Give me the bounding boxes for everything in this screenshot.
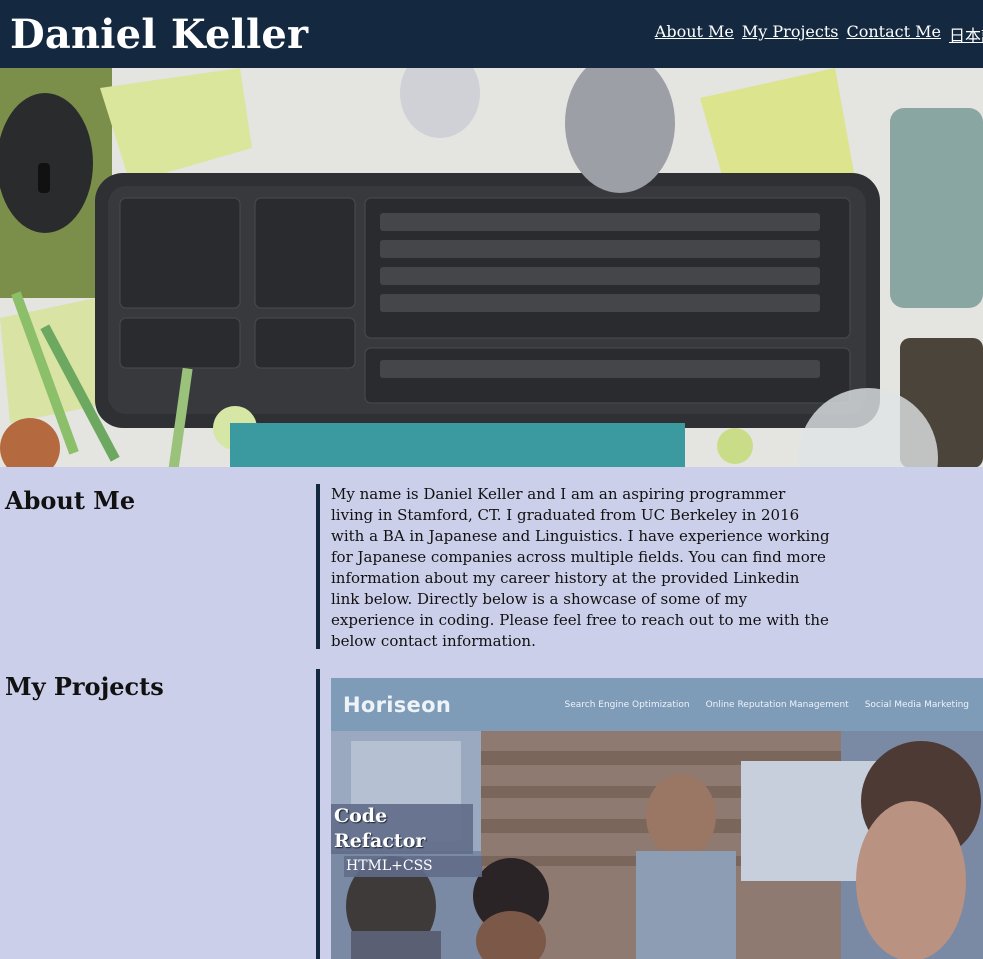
about-text: My name is Daniel Keller and I am an asp… <box>331 485 830 650</box>
project-title-line2: Refactor <box>334 830 426 852</box>
project-tech-tag: HTML+CSS <box>344 856 482 877</box>
nav-contact-me[interactable]: Contact Me <box>847 22 941 46</box>
nav-my-projects[interactable]: My Projects <box>742 22 839 46</box>
hero-image <box>0 68 983 467</box>
project-preview-link: Search Engine Optimization <box>564 699 690 710</box>
site-header: Daniel Keller About Me My Projects Conta… <box>0 0 983 68</box>
project-title-line1: Code <box>334 805 388 827</box>
about-divider <box>316 484 320 649</box>
projects-divider <box>316 669 320 959</box>
project-preview-links: Search Engine Optimization Online Reputa… <box>565 700 970 710</box>
nav-about-me[interactable]: About Me <box>655 22 734 46</box>
project-preview-logo: Horiseon <box>343 692 452 717</box>
site-title: Daniel Keller <box>10 10 309 58</box>
project-title-label: Code Refactor <box>331 804 473 854</box>
main-nav: About Me My Projects Contact Me 日本語 <box>655 22 983 46</box>
project-preview-nav: Horiseon Search Engine Optimization Onli… <box>331 678 983 731</box>
nav-japanese[interactable]: 日本語 <box>949 22 983 46</box>
hero-desk-illustration <box>0 68 983 467</box>
projects-heading: My Projects <box>5 672 164 701</box>
project-preview-link: Social Media Marketing <box>864 699 969 710</box>
about-heading: About Me <box>5 486 136 515</box>
project-preview-link: Online Reputation Management <box>705 699 849 710</box>
